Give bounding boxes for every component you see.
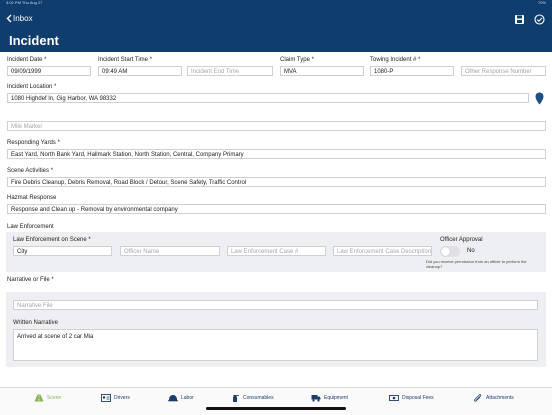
status-time: 3:02 PM Thu Aug 27 — [6, 0, 43, 5]
page-title: Incident — [9, 33, 59, 48]
incident-end-time-field[interactable]: Incident End Time — [187, 66, 273, 76]
tab-label: Disposal Fees — [402, 395, 434, 401]
responding-yards-field[interactable]: East Yard, North Bank Yard, Hallmark Sta… — [7, 149, 546, 159]
law-enforcement-on-scene-field[interactable]: City — [13, 246, 112, 256]
incident-location-label: Incident Location * — [7, 84, 57, 90]
written-narrative-field[interactable]: Arrived at scene of 2 car Mia — [13, 329, 538, 361]
claim-type-field[interactable]: MVA — [280, 66, 364, 76]
location-pin-icon[interactable] — [535, 92, 544, 105]
tab-label: Equipment — [324, 395, 348, 401]
written-narrative-label: Written Narrative — [13, 320, 58, 326]
scene-activities-field[interactable]: Fire Debris Cleanup, Debris Removal, Roa… — [7, 177, 546, 187]
tab-label: Scene — [47, 395, 62, 401]
tab-label: Labor — [181, 395, 194, 401]
tab-attachments[interactable]: Attachments — [473, 388, 514, 408]
responding-yards-label: Responding Yards * — [7, 140, 60, 146]
tab-label: Consumables — [243, 395, 274, 401]
law-enforcement-section-label: Law Enforcement — [7, 224, 54, 230]
incident-date-field[interactable]: 09/09/1999 — [7, 66, 91, 76]
law-enforcement-case-description-field[interactable]: Law Enforcement Case Description — [333, 246, 432, 256]
law-enforcement-panel: Law Enforcement on Scene * City Officer … — [6, 232, 546, 272]
other-response-number-field[interactable]: Other Response Number — [461, 66, 546, 76]
tab-label: Drivers — [114, 395, 130, 401]
hazmat-response-label: Hazmat Response — [7, 195, 57, 201]
bottom-tab-bar: Scene Drivers Labor Consumables Equipmen… — [0, 387, 552, 415]
home-indicator — [206, 407, 346, 410]
incident-form: Incident Date * 09/09/1999 Incident Star… — [0, 52, 552, 387]
officer-approval-note: Did you receive permission from an offic… — [426, 259, 527, 269]
hard-hat-icon — [168, 395, 178, 402]
status-battery: 70% — [537, 0, 546, 5]
towing-incident-label: Towing Incident # * — [370, 57, 421, 63]
tab-labor[interactable]: Labor — [168, 388, 194, 408]
id-card-icon — [101, 394, 111, 402]
incident-location-field[interactable]: 1080 Highdef ln, Gig Harbor, WA 98332 — [7, 93, 529, 103]
incident-start-time-label: Incident Start Time * — [98, 57, 153, 63]
tab-drivers[interactable]: Drivers — [101, 388, 130, 408]
officer-approval-label: Officer Approval — [440, 237, 483, 243]
tab-disposal-fees[interactable]: Disposal Fees — [389, 388, 434, 408]
incident-start-time-field[interactable]: 09:49 AM — [98, 66, 182, 76]
back-button[interactable]: Inbox — [6, 14, 33, 23]
narrative-section-label: Narrative or File * — [7, 277, 54, 283]
road-icon — [34, 394, 44, 402]
back-label: Inbox — [13, 14, 33, 23]
claim-type-label: Claim Type * — [280, 57, 314, 63]
scene-activities-label: Scene Activities * — [7, 168, 54, 174]
towing-incident-field[interactable]: 1080-P — [370, 66, 454, 76]
toggle-knob — [441, 247, 450, 256]
save-icon[interactable] — [514, 14, 525, 25]
header-bar: 3:02 PM Thu Aug 27 70% Inbox Incident — [0, 0, 552, 52]
tab-label: Attachments — [486, 395, 514, 401]
incident-date-label: Incident Date * — [7, 57, 47, 63]
officer-name-field[interactable]: Officer Name — [120, 246, 220, 256]
paperclip-icon — [474, 394, 482, 402]
tab-scene[interactable]: Scene — [34, 388, 61, 408]
law-enforcement-on-scene-label: Law Enforcement on Scene * — [13, 237, 91, 243]
officer-approval-value: No — [467, 248, 475, 254]
narrative-file-field[interactable]: Narrative File — [13, 300, 538, 310]
narrative-panel: Narrative File Written Narrative Arrived… — [6, 292, 546, 367]
chevron-left-icon — [6, 14, 12, 23]
hazmat-response-field[interactable]: Response and Clean up - Removal by envir… — [7, 204, 546, 214]
money-icon — [389, 395, 399, 401]
law-enforcement-case-number-field[interactable]: Law Enforcement Case # — [227, 246, 326, 256]
mile-marker-field[interactable]: Mile Marker — [7, 121, 546, 131]
check-circle-icon[interactable] — [534, 14, 545, 25]
officer-approval-toggle[interactable] — [440, 246, 460, 257]
tab-consumables[interactable]: Consumables — [230, 388, 274, 408]
spray-bottle-icon — [233, 395, 239, 402]
truck-icon — [311, 395, 321, 402]
tab-equipment[interactable]: Equipment — [311, 388, 348, 408]
